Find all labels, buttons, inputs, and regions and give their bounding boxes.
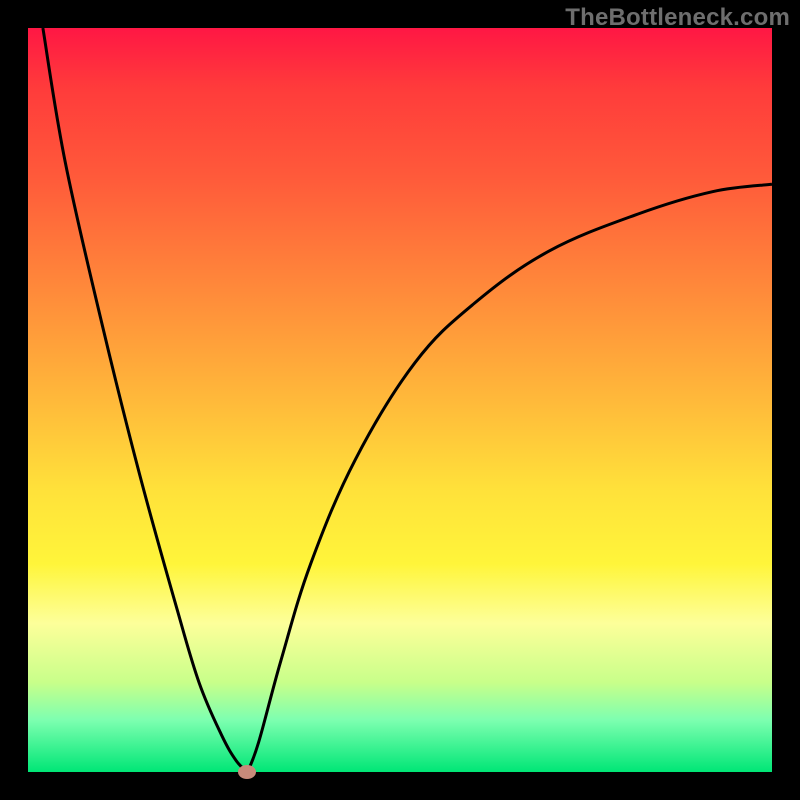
plot-area [28,28,772,772]
curve-left-branch [43,28,248,772]
chart-frame: TheBottleneck.com [0,0,800,800]
optimum-marker [238,765,256,779]
curve-right-branch [247,184,772,772]
bottleneck-curve [28,28,772,772]
